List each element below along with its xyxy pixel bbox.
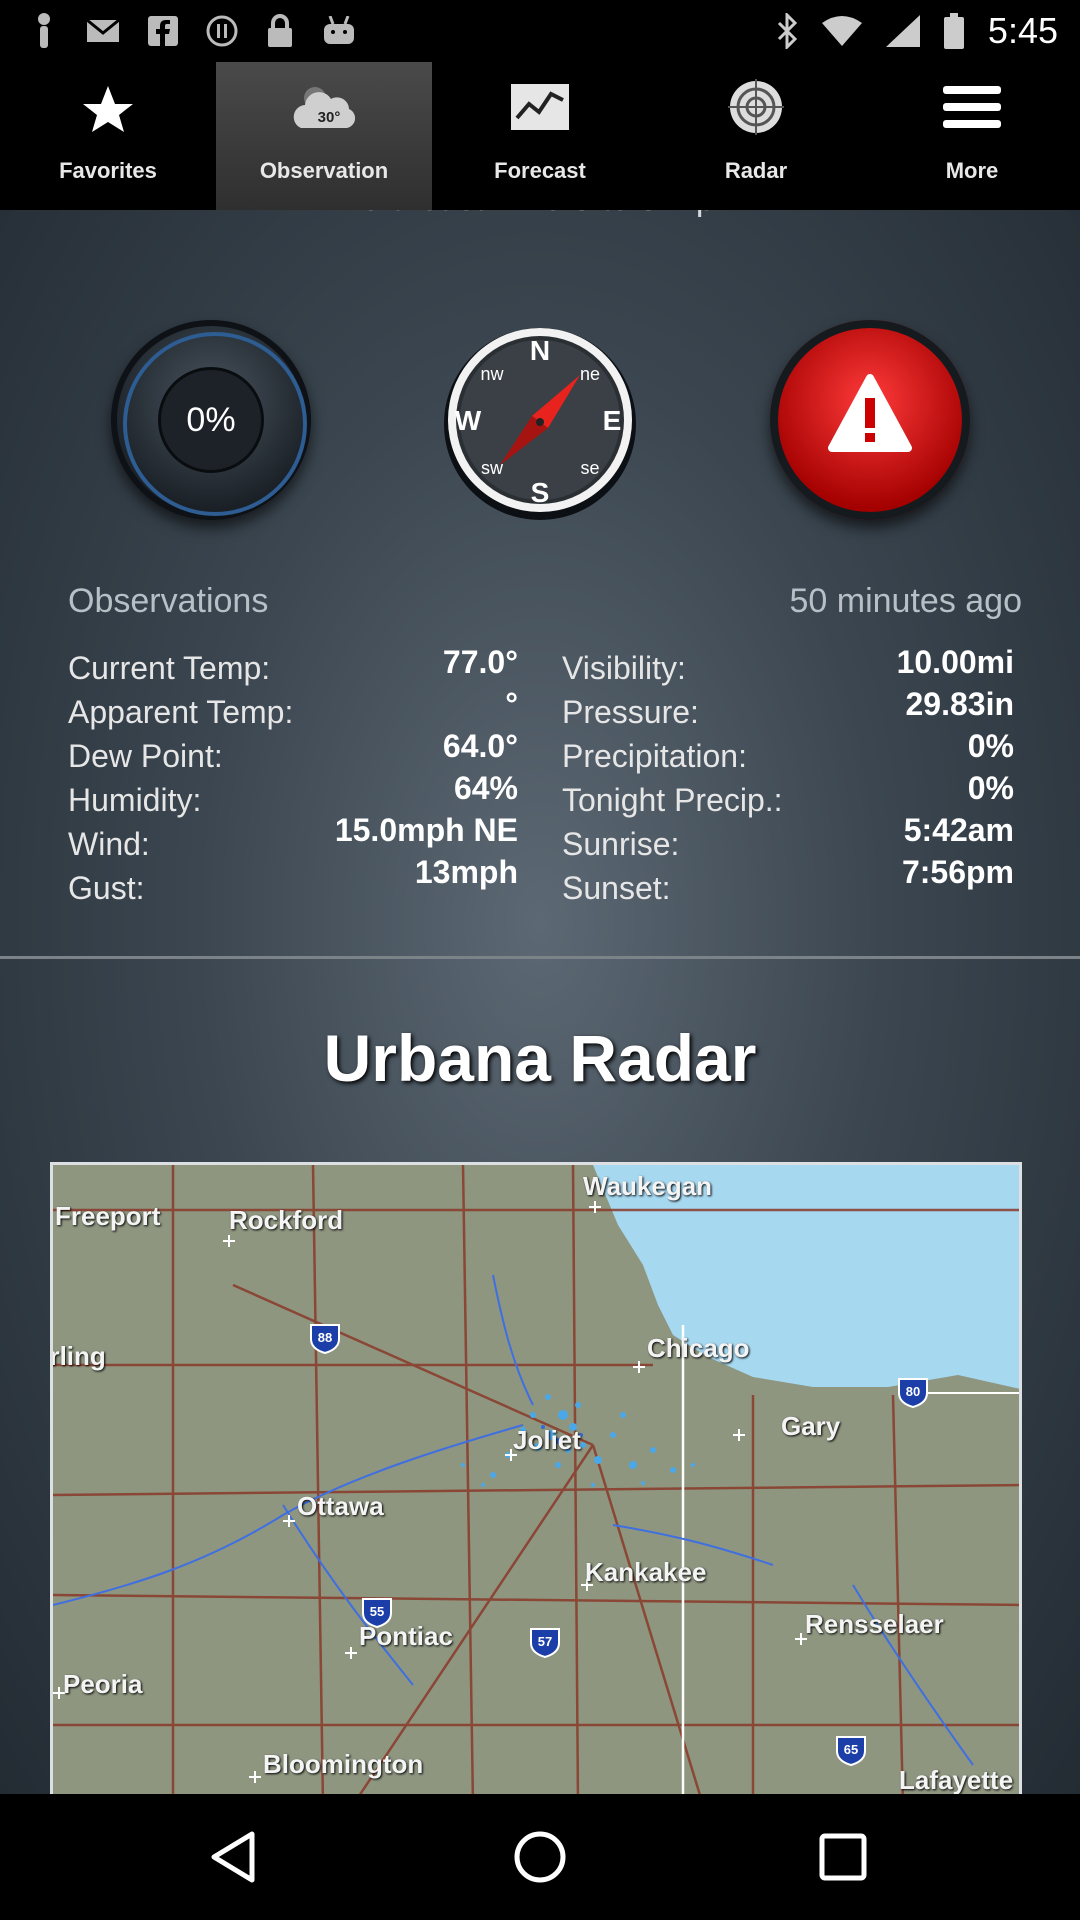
obs-value: 77.0° — [442, 644, 518, 680]
signal-icon — [885, 15, 920, 47]
status-bar: 5:45 — [0, 0, 1080, 62]
tab-label: More — [945, 158, 999, 183]
recents-icon[interactable] — [808, 1822, 878, 1892]
tab-label: Radar — [724, 158, 788, 183]
map-city-label: Pontiac — [359, 1621, 453, 1651]
system-icons: 5:45 — [776, 10, 1058, 52]
obs-value: 7:56pm — [901, 854, 1014, 890]
compass-nw: nw — [480, 364, 504, 384]
pause-icon — [206, 15, 238, 47]
compass-w: W — [455, 405, 482, 436]
map-city-label: Ottawa — [297, 1491, 384, 1521]
weather-alert-button[interactable] — [770, 320, 970, 520]
clock: 5:45 — [987, 10, 1058, 51]
tab-more[interactable]: More — [864, 62, 1080, 210]
obs-value: 10.00mi — [896, 644, 1014, 680]
forecast-summary-text: Northeast wind 5 to 8 mph. — [0, 210, 1080, 219]
observations-title: Observations — [68, 582, 269, 620]
notification-icons — [30, 12, 356, 50]
observation-panel: Northeast wind 5 to 8 mph. 0% N S E W ne… — [0, 210, 1080, 1794]
highway-57-label: 57 — [538, 1634, 552, 1649]
wifi-icon — [821, 16, 862, 46]
highway-88-label: 88 — [318, 1330, 332, 1345]
obs-label: Tonight Precip.: — [562, 782, 783, 818]
obs-value: 29.83in — [905, 686, 1014, 722]
tab-bar: Favorites 30° Observation Forecast Radar… — [0, 62, 1080, 210]
star-icon — [83, 86, 133, 132]
section-divider — [0, 956, 1080, 959]
tab-radar[interactable]: Radar — [648, 62, 864, 210]
compass-e: E — [603, 405, 622, 436]
cloud-icon: 30° — [293, 87, 356, 128]
radar-map-graphic: 88 55 57 65 80 — [53, 1165, 1019, 1794]
home-icon[interactable] — [505, 1822, 575, 1892]
compass-ne: ne — [580, 364, 600, 384]
cloud-icon-text: 30° — [318, 109, 341, 126]
system-nav-bar — [0, 1794, 1080, 1920]
radar-icon — [728, 79, 784, 135]
highway-55-label: 55 — [370, 1604, 384, 1619]
map-city-label: Kankakee — [585, 1557, 707, 1587]
map-city-label: Rensselaer — [805, 1609, 944, 1639]
person-icon — [38, 13, 50, 48]
obs-label: Humidity: — [68, 782, 202, 818]
obs-value: 64.0° — [442, 728, 518, 764]
chart-icon — [511, 84, 569, 130]
obs-value: 13mph — [414, 854, 518, 890]
precipitation-gauge[interactable]: 0% — [111, 320, 311, 520]
highway-65-label: 65 — [844, 1742, 858, 1757]
map-city-label: Sterling — [50, 1341, 106, 1371]
back-icon[interactable] — [200, 1822, 270, 1892]
tab-favorites[interactable]: Favorites — [0, 62, 216, 210]
map-city-label: Lafayette — [899, 1765, 1014, 1794]
map-city-label: Waukegan — [583, 1171, 713, 1201]
obs-label: Dew Point: — [68, 738, 223, 774]
obs-value: 0% — [967, 770, 1014, 806]
menu-icon — [943, 86, 1001, 128]
android-icon — [324, 16, 354, 44]
obs-value: ° — [505, 686, 518, 722]
compass-s: S — [531, 477, 550, 508]
tab-label: Favorites — [59, 158, 157, 183]
obs-label: Visibility: — [562, 650, 686, 686]
obs-label: Sunset: — [562, 870, 671, 906]
tab-observation[interactable]: 30° Observation — [216, 62, 432, 210]
map-city-label: Chicago — [647, 1333, 750, 1363]
precipitation-value: 0% — [158, 367, 264, 473]
warning-icon — [828, 374, 912, 452]
obs-label: Precipitation: — [562, 738, 747, 774]
map-city-label: Rockford — [229, 1205, 344, 1235]
obs-label: Apparent Temp: — [68, 694, 294, 730]
map-city-label: Bloomington — [263, 1749, 424, 1779]
obs-value: 5:42am — [903, 812, 1014, 848]
wind-compass-icon[interactable]: N S E W ne nw se sw — [440, 320, 640, 520]
compass-se: se — [580, 458, 599, 478]
tab-forecast[interactable]: Forecast — [432, 62, 648, 210]
map-city-label: Joliet — [513, 1425, 581, 1455]
obs-value: 64% — [453, 770, 518, 806]
obs-label: Gust: — [68, 870, 145, 906]
compass-n: N — [530, 335, 550, 366]
bluetooth-icon — [777, 13, 798, 49]
obs-label: Pressure: — [562, 694, 699, 730]
tab-label: Observation — [259, 158, 389, 183]
radar-title: Urbana Radar — [323, 1021, 757, 1095]
obs-value: 15.0mph NE — [334, 812, 518, 848]
observations-time: 50 minutes ago — [789, 582, 1023, 620]
obs-label: Sunrise: — [562, 826, 680, 862]
obs-value: 0% — [967, 728, 1014, 764]
facebook-icon — [148, 16, 178, 46]
tab-label: Forecast — [494, 158, 586, 183]
obs-label: Current Temp: — [68, 650, 271, 686]
map-city-label: Gary — [781, 1411, 841, 1441]
obs-label: Wind: — [68, 826, 150, 862]
mail-icon — [86, 18, 120, 42]
highway-80-label: 80 — [906, 1384, 920, 1399]
map-city-label: Peoria — [63, 1669, 143, 1699]
compass-sw: sw — [481, 458, 504, 478]
battery-icon — [943, 13, 964, 49]
lock-icon — [268, 14, 292, 47]
radar-map[interactable]: 88 55 57 65 80 Waukegan Freeport Rockfor… — [50, 1162, 1022, 1794]
map-city-label: Freeport — [55, 1201, 161, 1231]
